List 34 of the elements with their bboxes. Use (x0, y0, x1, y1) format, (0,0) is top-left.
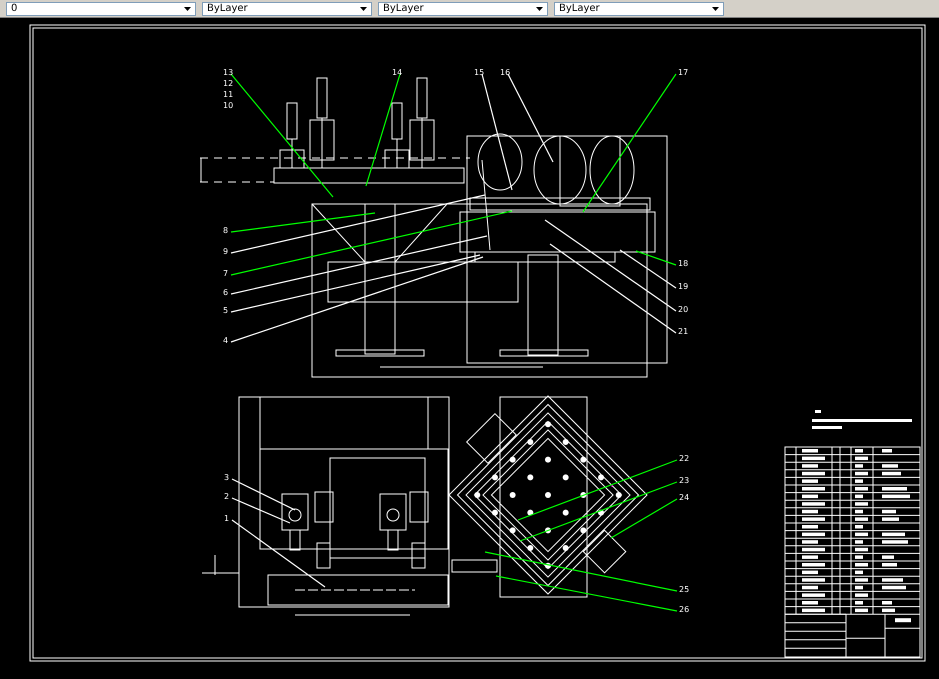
property-dropdown[interactable]: ByLayer (378, 2, 548, 16)
layer-dropdown[interactable]: 0 (6, 2, 196, 16)
caret-icon (360, 6, 367, 10)
part-number-label: 1 (224, 514, 230, 523)
property-dropdown[interactable]: ByLayer (202, 2, 372, 16)
part-number-label: 9 (223, 247, 228, 256)
part-number-label: 6 (223, 288, 228, 297)
caret-icon (712, 6, 719, 10)
part-number-label: 4 (223, 336, 228, 345)
part-number-label: 15 (474, 68, 484, 77)
part-number-label: 20 (678, 305, 688, 314)
part-number-label: 19 (678, 282, 688, 291)
part-number-label: 13 (223, 68, 234, 77)
part-number-label: 25 (679, 585, 690, 594)
part-number-label: 24 (679, 493, 690, 502)
part-number-label: 11 (223, 90, 234, 99)
caret-icon (184, 6, 191, 10)
part-number-label: 7 (223, 269, 228, 278)
part-number-label: 3 (224, 473, 230, 482)
part-number-label: 5 (223, 306, 228, 315)
part-number-label: 8 (223, 226, 228, 235)
part-number-label: 12 (223, 79, 234, 88)
part-number-label: 21 (678, 327, 688, 336)
part-number-label: 18 (678, 259, 688, 268)
property-dropdown[interactable]: ByLayer (554, 2, 724, 16)
part-number-label: 23 (679, 476, 690, 485)
part-number-label: 10 (223, 101, 234, 110)
caret-icon (536, 6, 543, 10)
part-number-label: 22 (679, 454, 690, 463)
part-number-label: 26 (679, 605, 690, 614)
part-number-label: 16 (500, 68, 510, 77)
part-number-label: 14 (392, 68, 402, 77)
part-number-label: 2 (224, 492, 230, 501)
part-number-label: 17 (678, 68, 688, 77)
